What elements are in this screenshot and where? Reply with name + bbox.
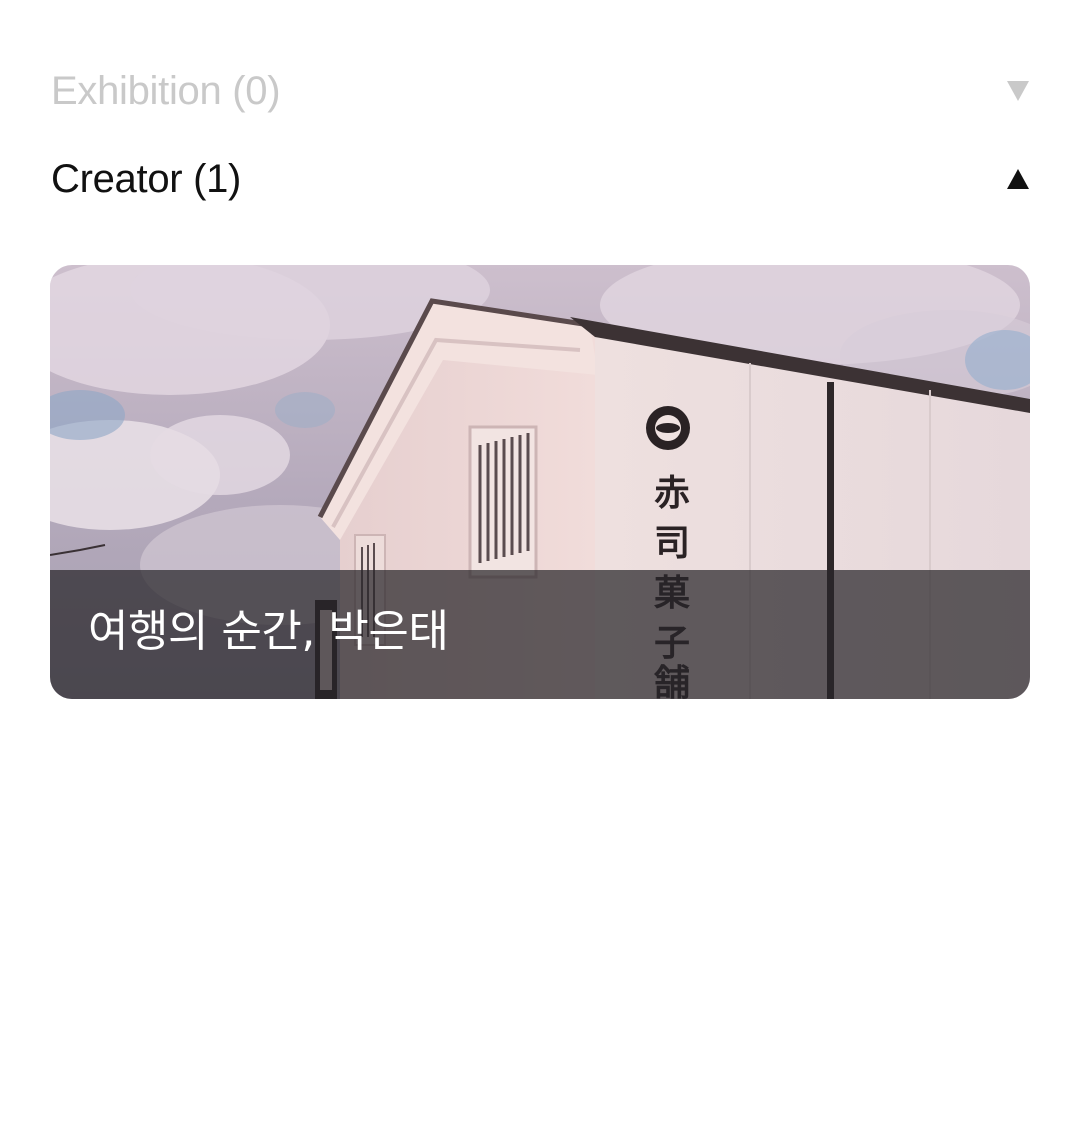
chevron-up-icon[interactable] bbox=[1007, 169, 1029, 189]
exhibition-section-header[interactable]: Exhibition (0) bbox=[51, 62, 1031, 120]
creator-card-caption: 여행의 순간, 박은태 bbox=[50, 570, 1030, 699]
sign-glyph: 司 bbox=[654, 523, 690, 564]
creator-card[interactable]: 赤 司 菓 子 舗 여행의 순간, 박은태 bbox=[50, 265, 1030, 699]
chevron-down-icon[interactable] bbox=[1007, 81, 1029, 101]
creator-card-title: 여행의 순간, 박은태 bbox=[88, 606, 449, 657]
creator-section-header[interactable]: Creator (1) bbox=[51, 150, 1031, 208]
sign-glyph: 赤 bbox=[654, 473, 690, 514]
creator-section-title: Creator (1) bbox=[51, 157, 242, 201]
exhibition-section-title: Exhibition (0) bbox=[51, 69, 281, 113]
